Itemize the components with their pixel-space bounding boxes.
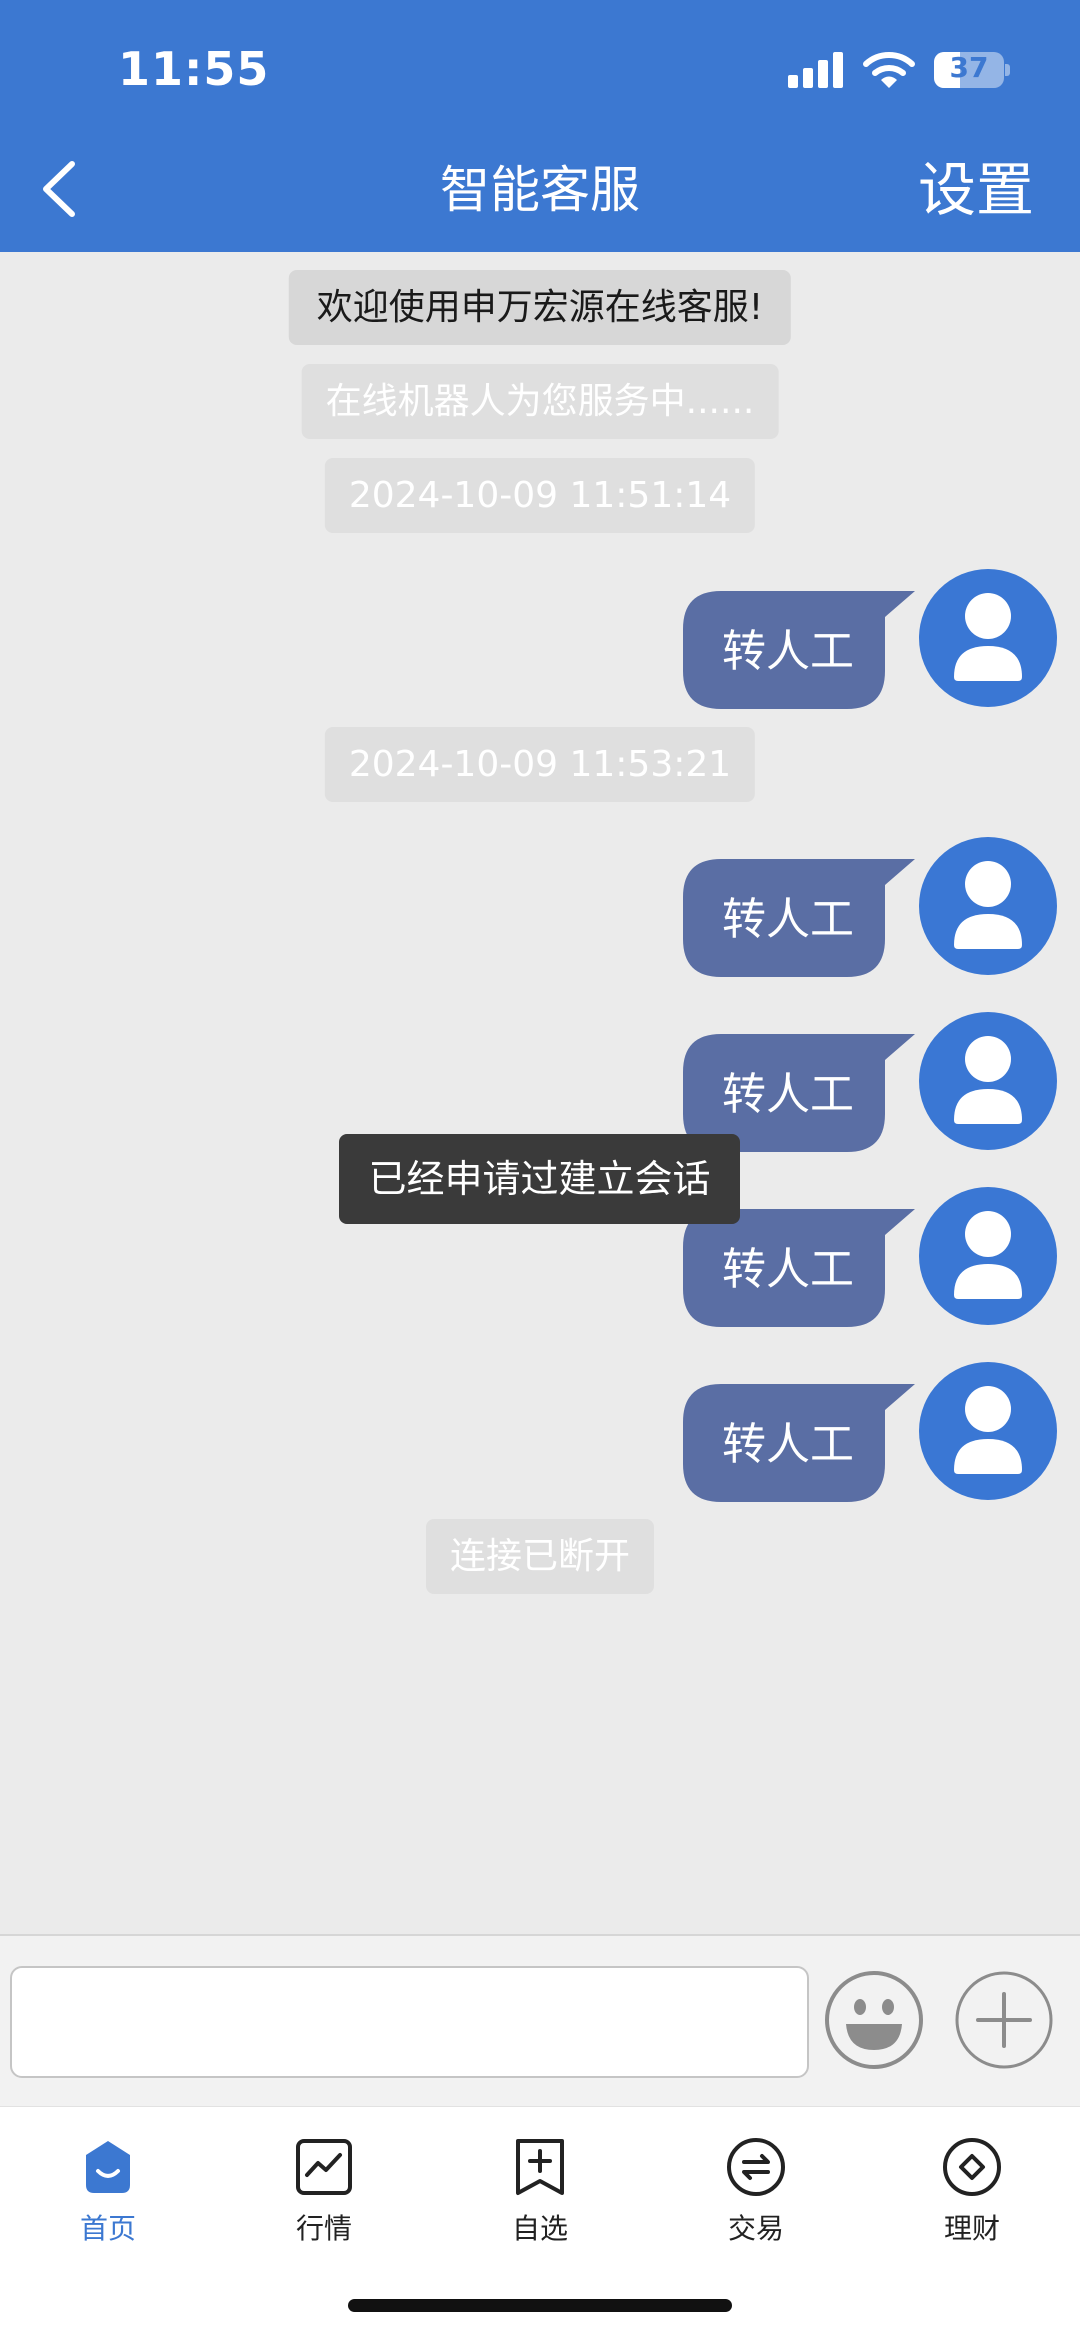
user-avatar-icon [919, 837, 1057, 975]
timestamp: 2024-10-09 11:53:21 [324, 727, 756, 802]
chat-message: 转人工 [0, 837, 1080, 977]
message-bubble[interactable]: 转人工 [683, 1384, 915, 1502]
plus-button-icon[interactable] [954, 1970, 1054, 2070]
robot-service-notice: 在线机器人为您服务中...... [301, 364, 779, 439]
message-text: 转人工 [722, 626, 854, 677]
message-input[interactable] [10, 1966, 809, 2078]
emoji-button-icon[interactable] [824, 1970, 924, 2070]
message-bubble[interactable]: 转人工 [683, 591, 915, 709]
toast-message: 已经申请过建立会话 [339, 1134, 740, 1224]
welcome-message: 欢迎使用申万宏源在线客服! [288, 270, 792, 345]
message-input-bar [0, 1934, 1080, 2106]
status-time: 11:55 [118, 42, 270, 96]
timestamp: 2024-10-09 11:51:14 [324, 458, 756, 533]
tab-watchlist[interactable]: 自选 [432, 2127, 648, 2257]
message-text: 转人工 [722, 894, 854, 945]
home-indicator[interactable] [348, 2299, 732, 2312]
top-bar: 11:55 37 智能客服 设置 [0, 0, 1080, 252]
home-icon [86, 2141, 130, 2193]
battery-percent: 37 [949, 51, 989, 84]
chat-message: 转人工 [0, 1012, 1080, 1152]
wifi-icon [863, 52, 915, 88]
settings-button[interactable]: 设置 [918, 150, 1034, 230]
tab-label: 首页 [79, 2212, 136, 2245]
message-text: 转人工 [722, 1419, 854, 1470]
message-text: 转人工 [722, 1244, 854, 1295]
market-chart-icon [296, 2139, 352, 2195]
user-avatar-icon [919, 1362, 1057, 1500]
battery-icon: 37 [934, 50, 1010, 90]
tab-trade[interactable]: 交易 [648, 2127, 864, 2257]
status-icons: 37 [788, 48, 1010, 92]
tab-home[interactable]: 首页 [0, 2127, 216, 2257]
chat-message: 转人工 [0, 569, 1080, 709]
tab-label: 行情 [295, 2212, 352, 2245]
cellular-signal-icon [788, 50, 844, 90]
tab-market[interactable]: 行情 [216, 2127, 432, 2257]
chat-area[interactable]: 欢迎使用申万宏源在线客服! 在线机器人为您服务中...... 2024-10-0… [0, 252, 1080, 1934]
wealth-diamond-icon [943, 2138, 1001, 2196]
trade-exchange-icon [727, 2138, 785, 2196]
tab-label: 交易 [727, 2212, 784, 2245]
disconnected-notice: 连接已断开 [425, 1519, 655, 1594]
tab-label: 自选 [511, 2212, 568, 2245]
user-avatar-icon [919, 569, 1057, 707]
tab-wealth[interactable]: 理财 [864, 2127, 1080, 2257]
chat-message: 转人工 [0, 1362, 1080, 1502]
watchlist-add-icon [516, 2139, 564, 2195]
user-avatar-icon [919, 1187, 1057, 1325]
user-avatar-icon [919, 1012, 1057, 1150]
message-bubble[interactable]: 转人工 [683, 1209, 915, 1327]
message-bubble[interactable]: 转人工 [683, 859, 915, 977]
tab-label: 理财 [943, 2212, 1000, 2245]
